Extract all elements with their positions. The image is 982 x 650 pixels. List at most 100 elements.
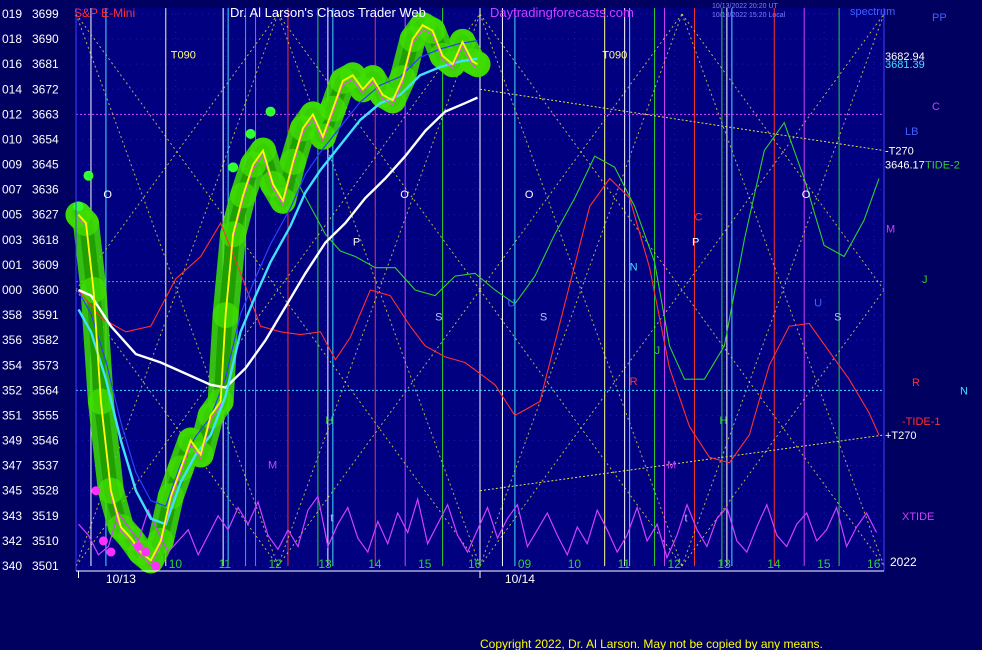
- timestamp-ut: 10/13/2022 20:20 UT: [712, 3, 778, 10]
- y-tick-left-13: 356: [2, 333, 22, 347]
- chart-title: Dr. Al Larson's Chaos Trader Web: [230, 5, 426, 20]
- low-marker-5: [133, 541, 143, 551]
- y-tick-left-16: 351: [2, 408, 22, 422]
- planet-letter-14: M: [667, 459, 676, 471]
- low-marker-1: [98, 536, 108, 546]
- y-tick-left-21: 342: [2, 534, 22, 548]
- y-tick-left-15: 352: [2, 383, 22, 397]
- planet-letter-17: U: [507, 298, 515, 310]
- y-tick-price-5: 3654: [32, 132, 59, 146]
- right-label-6: 3646.17: [885, 160, 925, 172]
- right-label-7: TIDE-2: [925, 160, 960, 172]
- band-dot-0: [73, 201, 84, 212]
- y-tick-price-11: 3600: [32, 283, 59, 297]
- y-tick-left-22: 340: [2, 559, 22, 573]
- x-tick-8: 10: [568, 557, 582, 571]
- planet-letter-18: U: [814, 298, 822, 310]
- y-tick-price-20: 3519: [32, 509, 59, 523]
- planet-letter-12: H: [719, 415, 727, 427]
- right-label-2: 3681.39: [885, 59, 925, 71]
- y-tick-price-3: 3672: [32, 82, 59, 96]
- planet-letter-2: O: [525, 189, 534, 201]
- y-tick-left-14: 354: [2, 358, 22, 372]
- planet-letter-5: P: [692, 236, 699, 248]
- y-tick-price-19: 3528: [32, 484, 59, 498]
- planet-letter-11: H: [325, 415, 333, 427]
- planet-letter-8: S: [834, 312, 841, 324]
- y-tick-left-18: 347: [2, 459, 22, 473]
- y-tick-price-9: 3618: [32, 233, 59, 247]
- planet-letter-22: T090: [602, 50, 627, 62]
- y-tick-price-10: 3609: [32, 258, 59, 272]
- x-tick-3: 13: [318, 557, 332, 571]
- band-dot-1: [83, 170, 94, 181]
- planet-letter-19: t: [330, 512, 333, 524]
- y-tick-price-0: 3699: [32, 7, 59, 21]
- y-tick-price-12: 3591: [32, 308, 59, 322]
- x-tick-12: 14: [767, 557, 781, 571]
- x-tick-7: 09: [518, 557, 532, 571]
- low-marker-0: [91, 486, 101, 496]
- x-tick-6: 16: [468, 557, 482, 571]
- right-label-13: +T270: [885, 430, 917, 442]
- low-marker-4: [151, 561, 161, 571]
- y-tick-left-3: 014: [2, 82, 22, 96]
- y-tick-price-1: 3690: [32, 32, 59, 46]
- y-tick-left-4: 012: [2, 107, 22, 121]
- right-label-0: PP: [932, 12, 947, 24]
- planet-letter-10: J: [655, 345, 661, 357]
- planet-letter-3: O: [802, 189, 811, 201]
- brand-label: spectrum: [850, 6, 895, 18]
- y-tick-price-14: 3573: [32, 358, 59, 372]
- planet-letter-0: O: [103, 189, 112, 201]
- band-dot-3: [228, 162, 239, 173]
- y-tick-price-2: 3681: [32, 57, 59, 71]
- right-label-14: XTIDE: [902, 511, 934, 523]
- x-tick-1: 11: [219, 557, 232, 571]
- right-label-3: C: [932, 101, 940, 113]
- y-tick-price-13: 3582: [32, 333, 59, 347]
- planet-letter-7: S: [540, 312, 547, 324]
- right-label-10: R: [912, 377, 920, 389]
- y-tick-price-22: 3501: [32, 559, 59, 573]
- x-tick-0: 10: [169, 557, 183, 571]
- chart-svg: O O O OP PS S SNJH HM MRCU Ut tT090 T090 019 3699018…: [0, 0, 982, 650]
- y-tick-price-21: 3510: [32, 534, 59, 548]
- y-tick-left-8: 005: [2, 208, 22, 222]
- y-tick-left-11: 000: [2, 283, 22, 297]
- date-tick-1: 10/14: [505, 572, 535, 586]
- y-tick-price-17: 3546: [32, 434, 59, 448]
- y-tick-left-6: 009: [2, 158, 22, 172]
- x-tick-2: 12: [269, 557, 283, 571]
- planet-letter-21: T090: [171, 50, 196, 62]
- site-link[interactable]: Daytradingforecasts.com: [490, 5, 634, 20]
- right-label-8: M: [886, 224, 895, 236]
- year-label: 2022: [890, 555, 917, 569]
- y-tick-left-19: 345: [2, 484, 22, 498]
- y-tick-left-1: 018: [2, 32, 22, 46]
- planet-letter-1: O: [400, 189, 409, 201]
- timestamp-local: 10/13/2022 15:20 Local: [712, 12, 786, 19]
- x-tick-10: 12: [668, 557, 682, 571]
- x-tick-9: 11: [618, 557, 631, 571]
- y-tick-left-0: 019: [2, 7, 22, 21]
- x-tick-11: 13: [717, 557, 731, 571]
- y-tick-left-7: 007: [2, 183, 22, 197]
- x-tick-13: 15: [817, 557, 831, 571]
- y-tick-left-2: 016: [2, 57, 22, 71]
- planet-letter-20: t: [684, 512, 687, 524]
- y-tick-price-16: 3555: [32, 408, 59, 422]
- y-tick-left-10: 001: [2, 258, 22, 272]
- y-tick-left-17: 349: [2, 434, 22, 448]
- instrument-label: S&P E-Mini: [74, 6, 135, 20]
- x-tick-14: 16: [867, 557, 881, 571]
- low-marker-2: [106, 547, 116, 557]
- x-tick-4: 14: [368, 557, 382, 571]
- y-tick-price-4: 3663: [32, 107, 59, 121]
- planet-letter-16: C: [694, 211, 702, 223]
- planet-letter-9: N: [630, 261, 638, 273]
- copyright: Copyright 2022, Dr. Al Larson. May not b…: [480, 637, 823, 650]
- right-label-11: N: [960, 385, 968, 397]
- x-tick-5: 15: [418, 557, 432, 571]
- chart-window: O O O O P P S S S N J H H M M R C U Ut t T090 T090 019 3699 018…: [0, 0, 982, 650]
